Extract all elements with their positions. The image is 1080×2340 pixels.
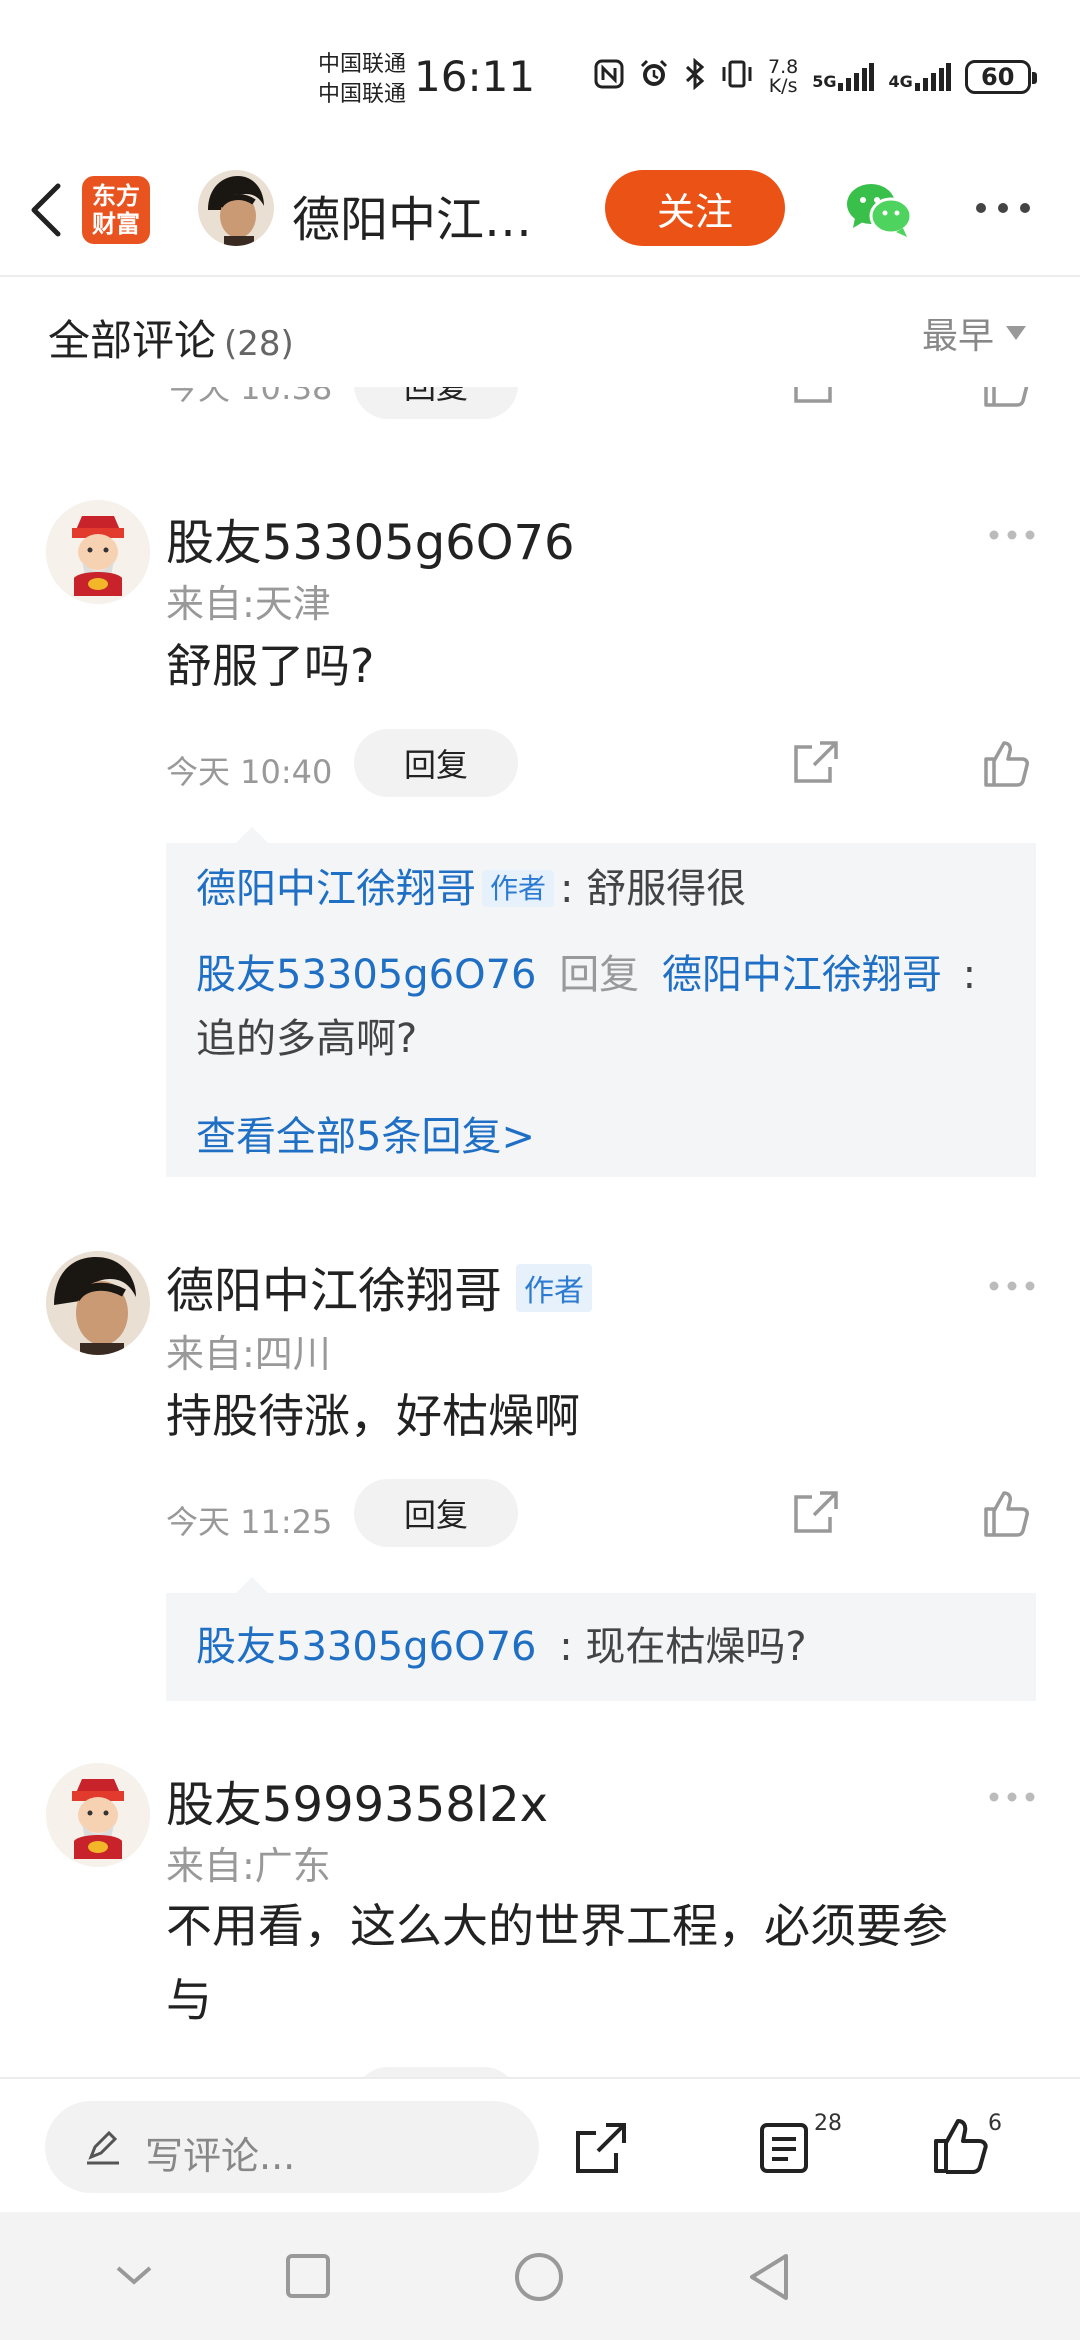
logo-line-1: 东方: [92, 182, 140, 210]
reply-line: 股友53305g6O76 回复 德阳中江徐翔哥 :: [196, 943, 976, 1007]
carrier-info: 中国联通 中国联通: [318, 50, 406, 110]
view-all-replies-link[interactable]: 查看全部5条回复>: [196, 1105, 535, 1169]
comments-title: 全部评论 (28): [48, 307, 294, 368]
reply-user[interactable]: 股友53305g6O76: [196, 1624, 536, 1670]
reply-colon: :: [962, 952, 977, 998]
reply-preview-box[interactable]: 股友53305g6O76 : 现在枯燥吗?: [166, 1577, 1036, 1701]
comments-title-text: 全部评论: [48, 316, 217, 365]
reply-button-partial[interactable]: [354, 2067, 518, 2077]
commenter-avatar[interactable]: [46, 500, 150, 604]
comment-text-line: 与: [166, 1973, 212, 2027]
carrier-1: 中国联通: [318, 52, 407, 77]
reply-user[interactable]: 德阳中江徐翔哥: [196, 866, 476, 912]
signal-5g-icon: 5G: [812, 63, 875, 91]
reply-text: : 舒服得很: [560, 866, 747, 912]
header-title: 德阳中江…: [292, 192, 533, 248]
comment-location: 来自:广东: [166, 1844, 331, 1888]
wechat-share-icon[interactable]: [845, 180, 915, 240]
commenter-name-row: 德阳中江徐翔哥 作者: [166, 1251, 593, 1321]
battery-indicator: 60: [964, 60, 1037, 94]
like-icon[interactable]: [980, 737, 1032, 789]
comment-time: 今天 11:25: [166, 1503, 333, 1541]
app-logo[interactable]: 东方 财富: [82, 176, 150, 244]
signal-5g-label: 5G: [812, 72, 837, 91]
comments-header: 全部评论 (28) 最早: [0, 277, 1080, 387]
author-avatar[interactable]: [198, 170, 274, 246]
share-icon[interactable]: [572, 2119, 630, 2177]
reply-target-user[interactable]: 德阳中江徐翔哥: [662, 952, 942, 998]
top-header: 东方 财富 德阳中江… 关注: [0, 150, 1080, 277]
commenter-name[interactable]: 股友53305g6O76: [166, 503, 575, 573]
pencil-icon: [87, 2130, 119, 2165]
back-button[interactable]: [22, 180, 72, 240]
vibrate-icon: [720, 59, 754, 95]
comment-location: 来自:天津: [166, 582, 331, 626]
recents-button-icon[interactable]: [284, 2252, 332, 2300]
bottom-action-bar: 写评论... 28 6: [0, 2077, 1080, 2214]
comment-location: 来自:四川: [166, 1332, 331, 1376]
reply-button[interactable]: 回复: [354, 729, 518, 797]
comments-count: (28): [224, 324, 294, 364]
comment-more-icon[interactable]: [988, 1280, 1036, 1292]
status-time: 16:11: [414, 52, 536, 101]
bluetooth-icon: [684, 57, 706, 96]
like-count-badge: 6: [988, 2111, 1002, 2136]
status-bar: 中国联通 中国联通 16:11 7.8 K/s 5G 4G 60: [0, 0, 1080, 150]
commenter-avatar[interactable]: [46, 1251, 150, 1355]
author-badge: 作者: [482, 870, 555, 907]
reply-preview-box[interactable]: 德阳中江徐翔哥 作者: 舒服得很 股友53305g6O76 回复 德阳中江徐翔哥 …: [166, 827, 1036, 1077]
dropdown-arrow-icon: [1006, 326, 1027, 340]
carrier-2: 中国联通: [318, 82, 407, 107]
signal-4g-label: 4G: [888, 72, 913, 91]
sort-label: 最早: [922, 316, 995, 357]
reply-text: 追的多高啊?: [196, 1016, 418, 1062]
like-icon[interactable]: [980, 387, 1032, 409]
author-badge: 作者: [516, 1264, 593, 1312]
sort-dropdown[interactable]: 最早: [922, 307, 1027, 359]
comment-text: 持股待涨，好枯燥啊: [166, 1389, 580, 1443]
comment-list[interactable]: 今天 10:38 回复 股友53305g6O76 来自:天津 舒服了吗? 今天 …: [0, 387, 1080, 2077]
comment-more-icon[interactable]: [988, 1791, 1036, 1803]
share-icon[interactable]: [790, 737, 842, 789]
like-icon[interactable]: [980, 1487, 1032, 1539]
comments-list-icon[interactable]: [756, 2119, 812, 2177]
commenter-name[interactable]: 德阳中江徐翔哥: [166, 1263, 502, 1319]
write-comment-input[interactable]: 写评论...: [45, 2101, 539, 2193]
system-nav-bar: [0, 2212, 1080, 2340]
partial-reply-button[interactable]: 回复: [354, 387, 518, 419]
reply-text: : 现在枯燥吗?: [559, 1624, 807, 1670]
net-speed-unit: K/s: [768, 75, 798, 97]
logo-line-2: 财富: [92, 210, 140, 238]
share-icon[interactable]: [790, 387, 842, 409]
write-comment-placeholder: 写评论...: [145, 2134, 296, 2178]
status-icons: 7.8 K/s 5G 4G 60: [594, 57, 1037, 96]
back-arrow-icon: [31, 183, 61, 237]
alarm-icon: [638, 58, 670, 96]
comment-more-icon[interactable]: [988, 529, 1036, 541]
reply-button[interactable]: 回复: [354, 1479, 518, 1547]
comment-time: 今天 10:40: [166, 753, 333, 791]
reply-line: 德阳中江徐翔哥 作者: 舒服得很: [196, 857, 746, 921]
nfc-icon: [594, 59, 624, 95]
back-triangle-icon[interactable]: [744, 2250, 792, 2304]
commenter-name[interactable]: 股友5999358l2x: [166, 1765, 548, 1835]
share-icon[interactable]: [790, 1487, 842, 1539]
net-speed: 7.8 K/s: [768, 58, 798, 96]
reply-word: 回复: [559, 952, 640, 998]
signal-4g-icon: 4G: [888, 63, 951, 91]
follow-button[interactable]: 关注: [605, 170, 785, 246]
home-button-icon[interactable]: [512, 2250, 566, 2304]
chevron-down-icon[interactable]: [112, 2260, 156, 2290]
commenter-avatar[interactable]: [46, 1763, 150, 1867]
more-options-icon[interactable]: [975, 200, 1031, 214]
comment-count-badge: 28: [814, 2111, 842, 2136]
comment-text: 舒服了吗?: [166, 639, 375, 693]
like-icon[interactable]: [930, 2115, 992, 2177]
reply-line: 股友53305g6O76 : 现在枯燥吗?: [196, 1615, 807, 1679]
comment-text-line: 不用看，这么大的世界工程，必须要参: [166, 1899, 948, 1953]
reply-user[interactable]: 股友53305g6O76: [196, 952, 536, 998]
partial-comment-time: 今天 10:38: [166, 387, 333, 407]
